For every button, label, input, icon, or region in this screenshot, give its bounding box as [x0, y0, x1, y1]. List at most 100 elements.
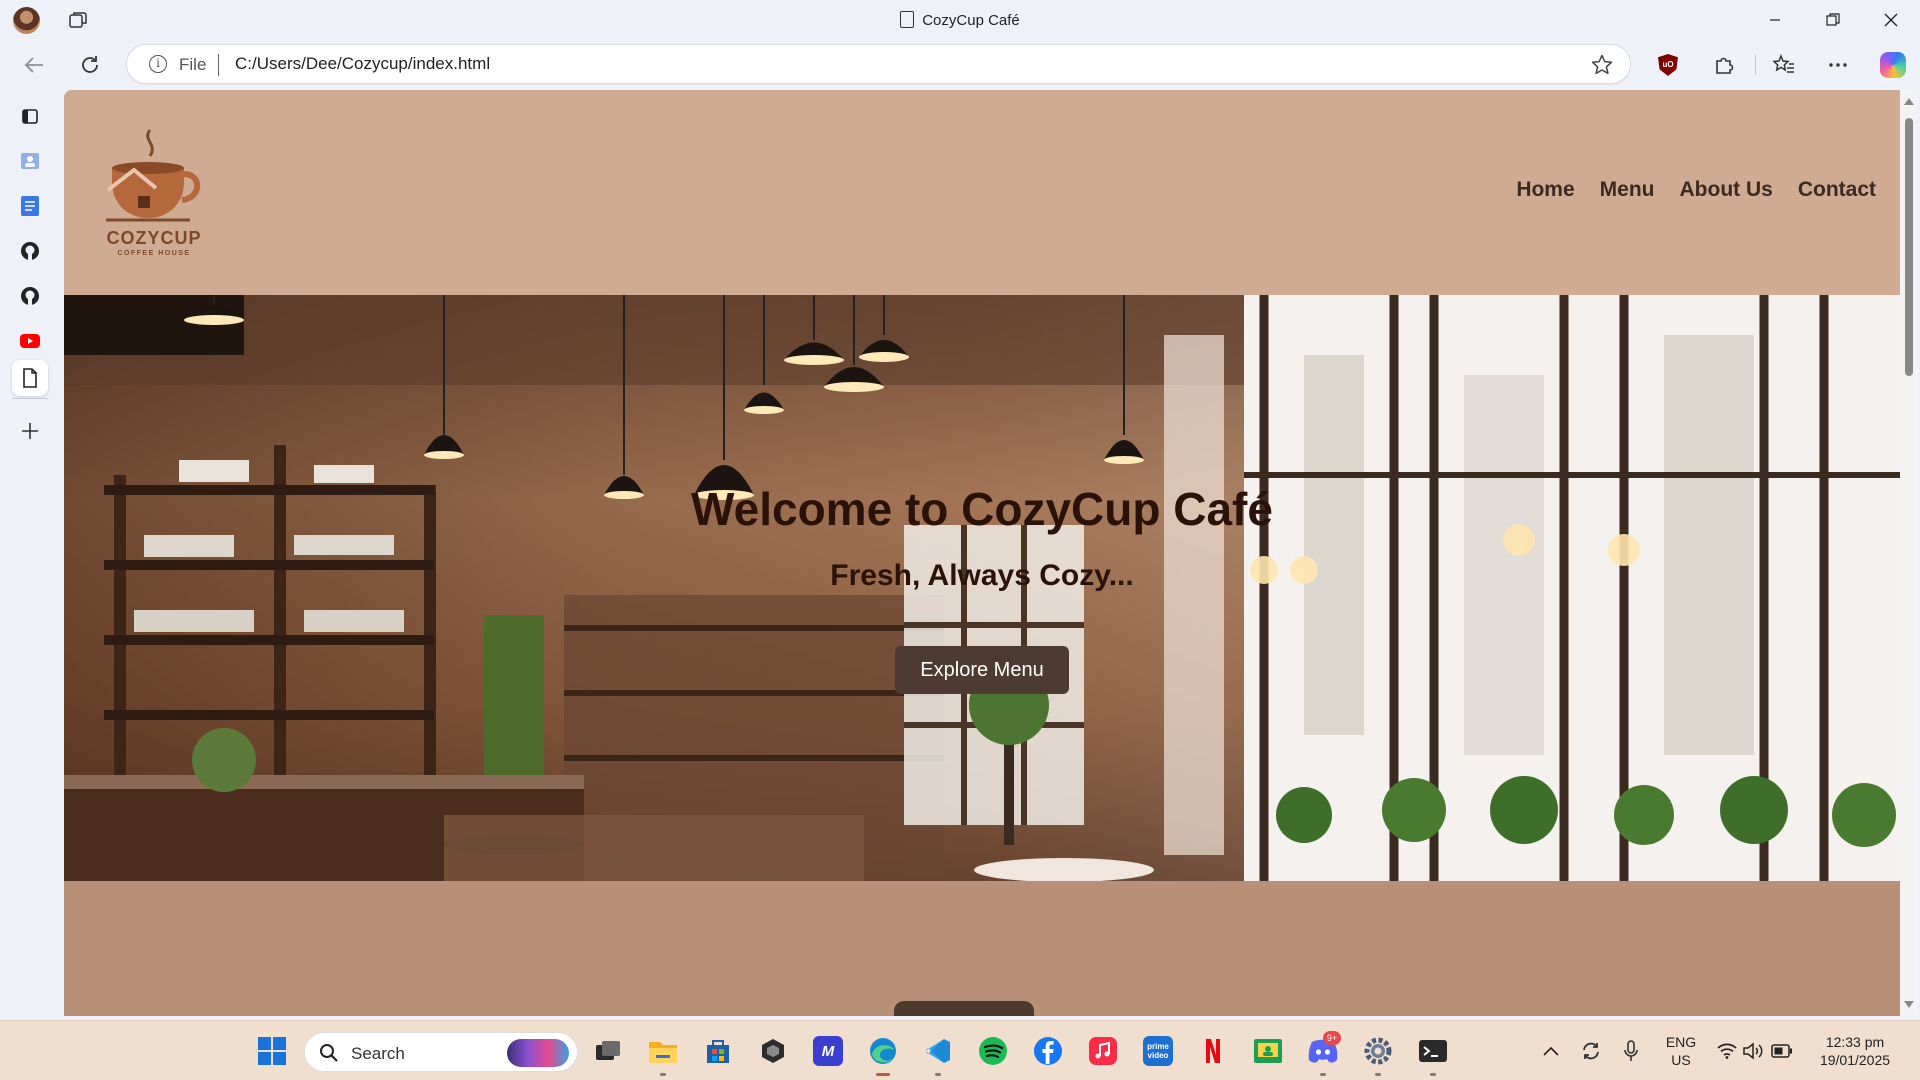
edge-button[interactable] — [863, 1031, 903, 1076]
sidebar-add[interactable] — [12, 413, 48, 449]
sidebar-workspaces[interactable] — [12, 98, 48, 134]
netflix-button[interactable] — [1193, 1031, 1233, 1071]
nav-contact[interactable]: Contact — [1798, 178, 1876, 202]
puzzle-icon — [1716, 57, 1734, 74]
wifi-icon — [1717, 1043, 1737, 1059]
sync-icon — [1583, 1042, 1599, 1060]
minimize-icon — [1770, 19, 1780, 21]
taskbar-search[interactable]: Search — [304, 1032, 578, 1072]
scroll-up-arrow-icon[interactable] — [1904, 98, 1914, 105]
hero-subtitle: Fresh, Always Cozy... — [830, 559, 1134, 592]
search-highlight-icon — [507, 1039, 569, 1067]
clock-time: 12:33 pm — [1825, 1034, 1885, 1050]
youtube-icon — [20, 334, 40, 348]
next-section — [64, 881, 1900, 1016]
more-menu-button[interactable] — [1820, 47, 1856, 83]
show-hidden-icons-button[interactable] — [1533, 1031, 1569, 1071]
close-button[interactable] — [1868, 4, 1914, 36]
task-view-icon — [596, 1041, 620, 1060]
vscode-button[interactable] — [918, 1031, 958, 1076]
discord-notification-badge: 9+ — [1323, 1031, 1341, 1045]
nav-menu[interactable]: Menu — [1600, 178, 1655, 202]
address-separator — [218, 54, 219, 76]
logo-tagline: COFFEE HOUSE — [117, 250, 191, 257]
ublock-icon: uO — [1658, 54, 1678, 76]
refresh-icon — [82, 56, 98, 73]
visual-studio-button[interactable]: M — [808, 1031, 848, 1071]
file-explorer-button[interactable] — [643, 1031, 683, 1076]
minimize-button[interactable] — [1752, 4, 1798, 36]
sync-status-button[interactable] — [1573, 1031, 1609, 1071]
netflix-icon — [1206, 1039, 1220, 1063]
running-indicator — [1320, 1073, 1326, 1076]
favorites-button[interactable] — [1766, 47, 1802, 83]
apple-music-button[interactable] — [1083, 1031, 1123, 1071]
sidebar-current-page[interactable] — [12, 360, 48, 396]
language-code: ENG — [1665, 1034, 1697, 1050]
toolbar-divider — [1755, 55, 1756, 75]
window-title: CozyCup Café — [0, 11, 1920, 29]
workspaces-icon — [22, 109, 38, 124]
favorite-star-icon[interactable] — [1590, 53, 1614, 77]
restore-icon — [1826, 13, 1840, 26]
prime-video-icon: prime video — [1143, 1036, 1173, 1066]
github-icon — [21, 287, 39, 305]
vscode-icon — [925, 1039, 950, 1063]
microphone-button[interactable] — [1613, 1031, 1649, 1071]
sidebar-youtube[interactable] — [12, 323, 48, 359]
taskbar: Search M prime video 9+ ENG US 12:33 pm … — [0, 1020, 1920, 1080]
page-scrollbar[interactable] — [1900, 90, 1918, 1016]
apple-music-icon — [1089, 1037, 1117, 1065]
unity-icon — [762, 1039, 784, 1063]
nav-about-us[interactable]: About Us — [1680, 178, 1773, 202]
refresh-button[interactable] — [72, 47, 108, 83]
task-view-button[interactable] — [588, 1031, 628, 1071]
region-code: US — [1671, 1052, 1691, 1068]
url-text[interactable]: C:/Users/Dee/Cozycup/index.html — [235, 54, 490, 74]
clock[interactable]: 12:33 pm 19/01/2025 — [1805, 1033, 1905, 1069]
settings-button[interactable] — [1358, 1031, 1398, 1076]
file-explorer-icon — [649, 1042, 677, 1063]
search-icon — [320, 1044, 338, 1062]
copilot-icon — [1880, 52, 1906, 78]
sidebar-github-1[interactable] — [12, 233, 48, 269]
quick-settings-button[interactable] — [1710, 1031, 1800, 1071]
facebook-icon — [1034, 1037, 1062, 1065]
language-indicator[interactable]: ENG US — [1656, 1033, 1706, 1069]
unity-hub-button[interactable] — [753, 1031, 793, 1071]
info-icon[interactable]: i — [149, 55, 167, 73]
prime-video-button[interactable]: prime video — [1138, 1031, 1178, 1071]
explore-menu-button[interactable]: Explore Menu — [895, 646, 1069, 694]
extensions-button[interactable] — [1706, 47, 1742, 83]
start-icon — [258, 1037, 286, 1065]
spotify-icon — [979, 1037, 1007, 1065]
microsoft-store-button[interactable] — [698, 1031, 738, 1071]
discord-button[interactable]: 9+ — [1303, 1031, 1343, 1076]
copilot-button[interactable] — [1875, 47, 1911, 83]
google-classroom-button[interactable] — [1248, 1031, 1288, 1071]
scroll-down-arrow-icon[interactable] — [1904, 1001, 1914, 1008]
docs-icon — [21, 196, 39, 216]
ublock-extension-button[interactable]: uO — [1650, 47, 1686, 83]
facebook-button[interactable] — [1028, 1031, 1068, 1071]
sidebar-github-2[interactable] — [12, 278, 48, 314]
sidebar-docs[interactable] — [12, 188, 48, 224]
more-dots-icon — [1829, 63, 1847, 67]
coffee-cup-logo-icon — [106, 129, 201, 222]
start-button[interactable] — [252, 1031, 292, 1071]
running-indicator — [1430, 1073, 1436, 1076]
scroll-thumb[interactable] — [1905, 118, 1913, 376]
back-button[interactable] — [16, 47, 52, 83]
nav-home[interactable]: Home — [1516, 178, 1574, 202]
running-indicator — [1375, 1073, 1381, 1076]
terminal-button[interactable] — [1413, 1031, 1453, 1076]
browser-sidebar — [0, 90, 64, 1020]
address-bar[interactable]: i File C:/Users/Dee/Cozycup/index.html — [126, 44, 1631, 84]
add-icon — [22, 423, 38, 439]
restore-button[interactable] — [1810, 4, 1856, 36]
spotify-button[interactable] — [973, 1031, 1013, 1071]
search-placeholder: Search — [351, 1044, 405, 1063]
cozycup-logo[interactable]: COZYCUP COFFEE HOUSE — [98, 120, 210, 270]
site-header: COZYCUP COFFEE HOUSE Home Menu About Us … — [64, 90, 1900, 295]
sidebar-contacts[interactable] — [12, 143, 48, 179]
